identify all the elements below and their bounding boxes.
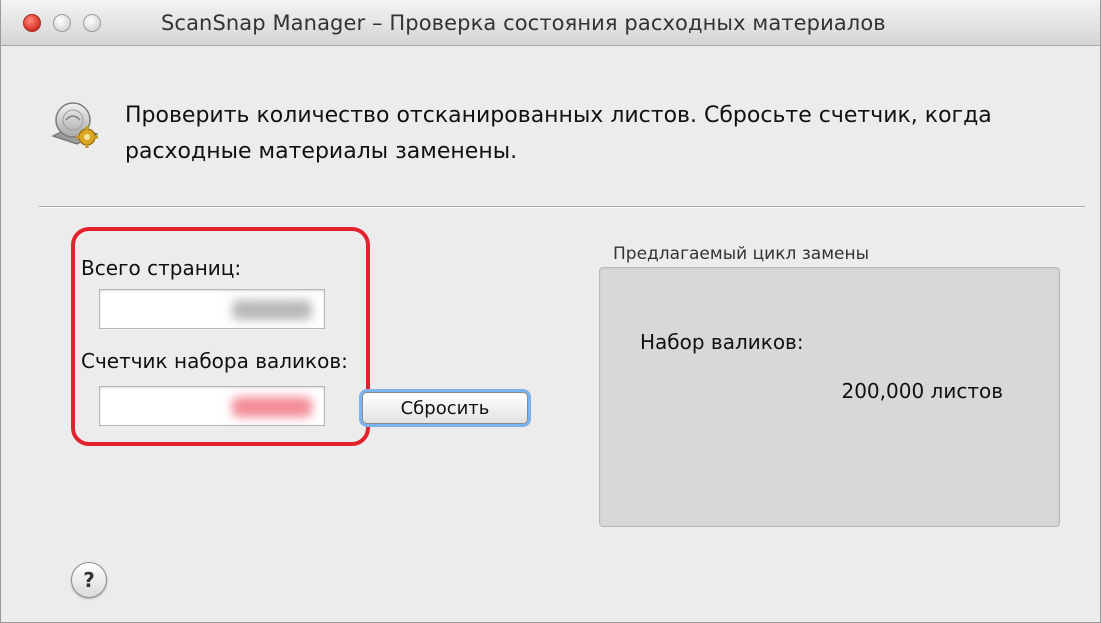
help-button[interactable]: ?	[71, 562, 107, 598]
zoom-window-button[interactable]	[83, 14, 101, 32]
scanner-gear-icon	[51, 102, 99, 148]
window-title: ScanSnap Manager – Проверка состояния ра…	[161, 11, 886, 35]
reset-counter-button[interactable]: Сбросить	[362, 392, 528, 424]
roller-set-cycle-value: 200,000 листов	[841, 379, 1003, 403]
counter-highlight-outline	[71, 227, 370, 446]
consumables-window: ScanSnap Manager – Проверка состояния ра…	[0, 0, 1101, 623]
replacement-cycle-title: Предлагаемый цикл замены	[613, 244, 870, 264]
roller-set-label: Набор валиков:	[640, 330, 804, 354]
header-divider	[39, 206, 1085, 208]
replacement-cycle-group: Набор валиков: 200,000 листов	[599, 267, 1060, 527]
question-mark-icon: ?	[83, 568, 95, 592]
title-bar[interactable]: ScanSnap Manager – Проверка состояния ра…	[1, 0, 1100, 46]
minimize-window-button[interactable]	[53, 14, 71, 32]
header-message: Проверить количество отсканированных лис…	[125, 103, 992, 164]
close-window-button[interactable]	[23, 14, 41, 32]
